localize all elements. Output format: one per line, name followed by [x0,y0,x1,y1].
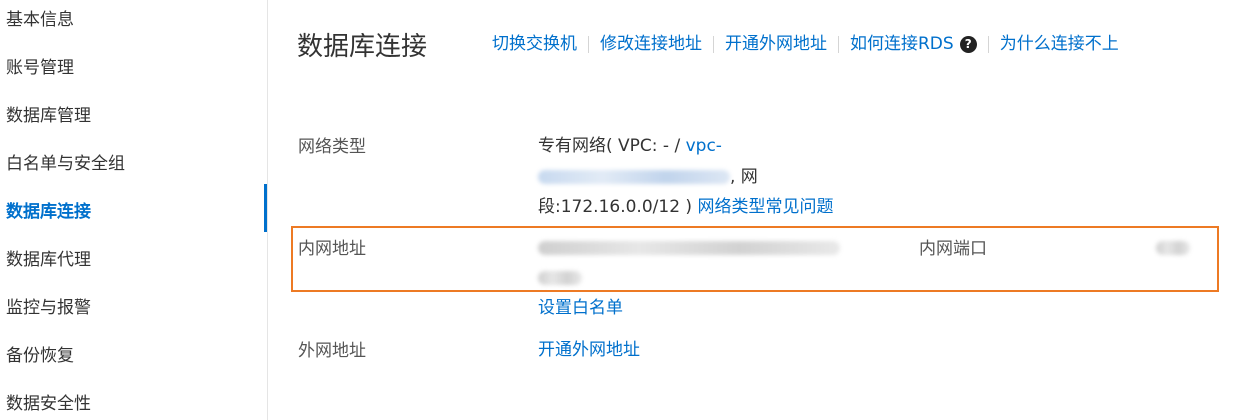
network-type-label: 网络类型 [298,137,366,157]
sidebar-item-data-security[interactable]: 数据安全性 [6,392,91,416]
active-indicator [264,184,267,232]
public-address-row: 开通外网地址 [538,336,640,364]
how-to-connect-link[interactable]: 如何连接RDS [850,32,954,56]
toolbar-divider [713,35,714,53]
sidebar-item-basic-info[interactable]: 基本信息 [6,8,74,32]
sidebar-item-db-connection[interactable]: 数据库连接 [6,200,91,224]
internal-address-highlight [291,226,1219,292]
sidebar-item-backup-restore[interactable]: 备份恢复 [6,344,74,368]
network-type-value: 专有网络( VPC: - / vpc- [538,132,722,160]
open-public-address-link[interactable]: 开通外网地址 [725,32,827,56]
vpc-id-redacted[interactable] [538,170,730,184]
modify-address-link[interactable]: 修改连接地址 [600,32,702,56]
why-cannot-connect-link[interactable]: 为什么连接不上 [1000,32,1119,56]
sidebar-item-databases[interactable]: 数据库管理 [6,104,91,128]
sidebar-item-db-proxy[interactable]: 数据库代理 [6,248,91,272]
vpc-id-line: , 网 [538,163,758,191]
vpc-id-link[interactable]: vpc- [686,136,722,156]
open-public-address-inline-link[interactable]: 开通外网地址 [538,340,640,360]
sidebar-item-monitoring[interactable]: 监控与报警 [6,296,91,320]
vpc-line2-suffix: , 网 [730,167,758,187]
toolbar-divider [838,35,839,53]
help-icon[interactable]: ? [959,35,977,53]
switch-vswitch-link[interactable]: 切换交换机 [492,32,577,56]
toolbar-divider [588,35,589,53]
set-whitelist-link[interactable]: 设置白名单 [538,298,623,318]
public-address-label: 外网地址 [298,341,366,361]
cidr-line: 段:172.16.0.0/12 ) 网络类型常见问题 [538,193,833,221]
sidebar-item-whitelist-security[interactable]: 白名单与安全组 [6,152,125,176]
network-type-prefix: 专有网络( VPC: - / [538,136,686,156]
cidr-text: 段:172.16.0.0/12 ) [538,197,693,217]
sidebar-nav: 基本信息 账号管理 数据库管理 白名单与安全组 数据库连接 数据库代理 监控与报… [0,0,268,420]
sidebar-item-accounts[interactable]: 账号管理 [6,56,74,80]
whitelist-row: 设置白名单 [538,294,623,322]
network-type-faq-link[interactable]: 网络类型常见问题 [697,197,833,217]
toolbar: 切换交换机 修改连接地址 开通外网地址 如何连接RDS ? 为什么连接不上 [492,32,1119,56]
main-content: 数据库连接 切换交换机 修改连接地址 开通外网地址 如何连接RDS ? 为什么连… [268,0,1241,420]
page-title: 数据库连接 [297,32,428,62]
toolbar-divider [987,35,989,53]
